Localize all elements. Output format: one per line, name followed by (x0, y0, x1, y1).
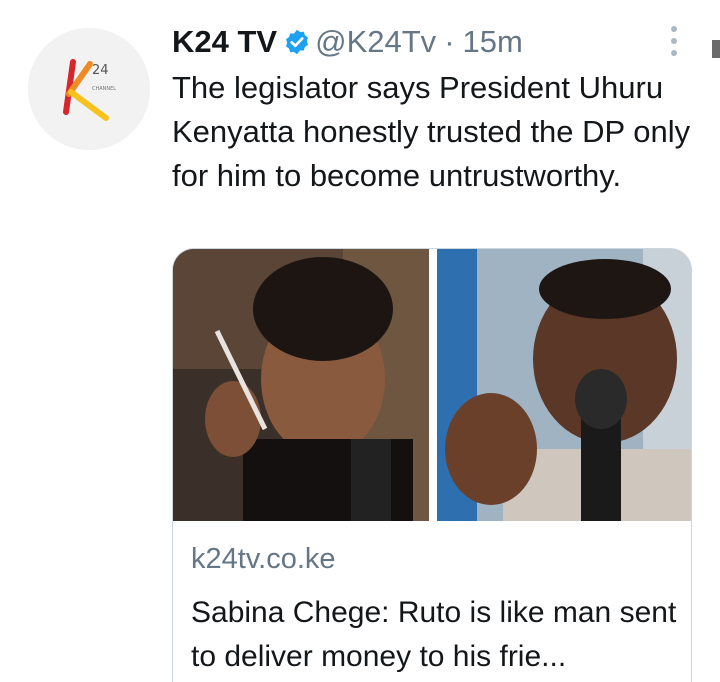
link-card[interactable]: k24tv.co.ke Sabina Chege: Ruto is like m… (172, 248, 692, 682)
tweet[interactable]: 24 CHANNEL K24 TV @K24Tv · 15m The legis… (0, 0, 720, 682)
card-title[interactable]: Sabina Chege: Ruto is like man sent to d… (191, 591, 681, 679)
avatar[interactable]: 24 CHANNEL (28, 28, 150, 150)
more-options-icon[interactable] (664, 24, 684, 58)
author-name[interactable]: K24 TV (172, 24, 277, 60)
author-handle[interactable]: @K24Tv (315, 24, 436, 60)
verified-badge-icon (283, 28, 311, 56)
card-domain: k24tv.co.ke (191, 543, 336, 575)
logo-small-text: CHANNEL (92, 86, 116, 92)
logo-number: 24 (92, 63, 109, 78)
separator-dot: · (444, 24, 455, 59)
scrollbar-thumb[interactable] (712, 40, 720, 58)
tweet-header: K24 TV @K24Tv · 15m (172, 22, 523, 62)
tweet-text: The legislator says President Uhuru Keny… (172, 70, 691, 193)
k24-logo-icon: 24 CHANNEL (28, 28, 150, 150)
timestamp[interactable]: 15m (463, 24, 523, 60)
card-image[interactable] (173, 249, 691, 521)
